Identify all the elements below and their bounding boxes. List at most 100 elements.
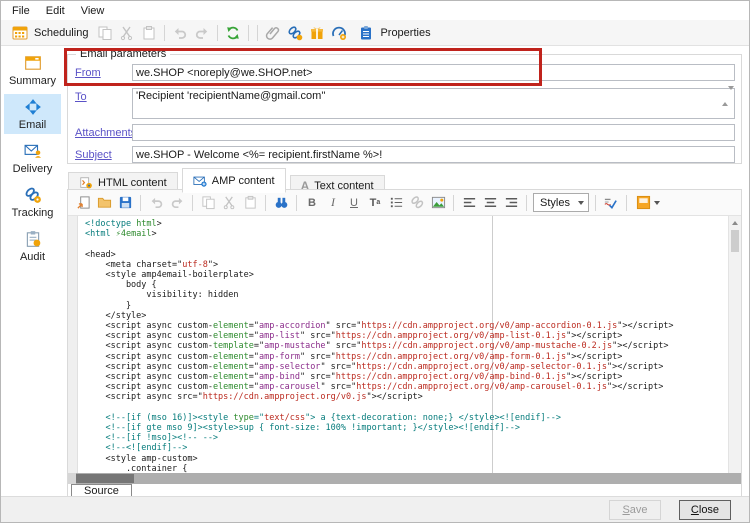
align-left-icon[interactable]	[460, 194, 478, 212]
amp-content-icon	[193, 174, 207, 188]
gauge-add-icon[interactable]	[329, 23, 349, 43]
copy-icon[interactable]	[199, 194, 217, 212]
chevron-down-icon	[578, 201, 584, 205]
main-toolbar: Scheduling Properties	[1, 20, 749, 46]
toolbar-separator	[164, 25, 165, 41]
code-line: <script async custom-element="amp-accord…	[85, 321, 674, 331]
horizontal-scrollbar[interactable]	[68, 473, 741, 484]
find-icon[interactable]	[272, 194, 290, 212]
menu-edit[interactable]: Edit	[38, 3, 73, 19]
sidebar-item-delivery[interactable]: Delivery	[4, 138, 61, 178]
import-content-icon[interactable]	[74, 194, 92, 212]
undo-icon[interactable]	[147, 194, 165, 212]
styles-label: Styles	[540, 197, 570, 209]
delivery-envelope-icon	[24, 142, 42, 160]
undo-icon[interactable]	[170, 23, 190, 43]
color-swatch-icon	[636, 195, 651, 210]
underline-icon[interactable]: U	[345, 194, 363, 212]
paste-icon[interactable]	[241, 194, 259, 212]
font-icon[interactable]: Ta	[366, 194, 384, 212]
toolbar-separator	[217, 25, 218, 41]
sidebar-item-tracking[interactable]: Tracking	[4, 182, 61, 222]
code-line: </style>	[85, 311, 674, 321]
to-scroll-arrows[interactable]	[722, 90, 733, 117]
background-color-dropdown[interactable]	[633, 193, 663, 212]
link-icon[interactable]	[285, 23, 305, 43]
subject-input[interactable]	[132, 146, 735, 163]
scroll-up-icon[interactable]	[732, 221, 738, 225]
bullet-list-icon[interactable]	[387, 194, 405, 212]
menu-view[interactable]: View	[73, 3, 113, 19]
cut-icon[interactable]	[220, 194, 238, 212]
tracking-link-icon	[24, 186, 42, 204]
summary-window-icon	[24, 54, 42, 72]
scrollbar-thumb[interactable]	[76, 474, 134, 483]
align-right-icon[interactable]	[502, 194, 520, 212]
toolbar-separator	[626, 195, 627, 211]
content-tabs: HTML content AMP content A Text content	[68, 168, 386, 190]
scrollbar-thumb[interactable]	[731, 230, 739, 252]
menu-file[interactable]: File	[4, 3, 38, 19]
code-line: <style amp4email-boilerplate>	[85, 270, 674, 280]
save-button[interactable]: Save	[609, 500, 661, 520]
italic-icon[interactable]: I	[324, 194, 342, 212]
redo-icon[interactable]	[192, 23, 212, 43]
code-line: <meta charset="utf-8">	[85, 260, 674, 270]
close-button[interactable]: Close	[679, 500, 731, 520]
properties-button[interactable]: Properties	[351, 21, 435, 45]
code-line: <!--[if !mso]><!-- -->	[85, 433, 674, 443]
cut-icon[interactable]	[117, 23, 137, 43]
hyperlink-icon[interactable]	[408, 194, 426, 212]
code-line: <html ⚡4email>	[85, 229, 674, 239]
attachments-input[interactable]	[132, 124, 735, 141]
save-file-icon[interactable]	[116, 194, 134, 212]
from-label[interactable]: From	[75, 67, 101, 79]
paste-icon[interactable]	[139, 23, 159, 43]
open-file-icon[interactable]	[95, 194, 113, 212]
chevron-down-icon	[654, 201, 660, 205]
refresh-icon[interactable]	[223, 23, 243, 43]
styles-dropdown[interactable]: Styles	[533, 193, 589, 212]
code-line: <style amp-custom>	[85, 454, 674, 464]
sidebar-item-audit[interactable]: Audit	[4, 226, 61, 266]
code-gutter	[68, 216, 78, 473]
align-center-icon[interactable]	[481, 194, 499, 212]
gift-icon[interactable]	[307, 23, 327, 43]
sidebar-item-email[interactable]: Email	[4, 94, 61, 134]
code-line: <!--[if gte mso 9]><style>sup { font-siz…	[85, 423, 674, 433]
editor-toolbar: B I U Ta Styles	[68, 190, 741, 216]
subject-label[interactable]: Subject	[75, 149, 112, 161]
to-label[interactable]: To	[75, 91, 87, 103]
email-parameters-group: Email parameters From To 'Recipient 'rec…	[67, 54, 742, 164]
toolbar-separator	[192, 195, 193, 211]
code-line: <script async custom-element="amp-form" …	[85, 352, 674, 362]
code-line: <script async custom-element="amp-bind" …	[85, 372, 674, 382]
redo-icon[interactable]	[168, 194, 186, 212]
code-content[interactable]: <!doctype html><html ⚡4email> <head> <me…	[85, 219, 674, 473]
code-editor-area[interactable]: <!doctype html><html ⚡4email> <head> <me…	[68, 216, 741, 473]
spellcheck-icon[interactable]	[602, 194, 620, 212]
vertical-scrollbar[interactable]	[728, 216, 741, 473]
sidebar-item-label: Delivery	[4, 163, 61, 175]
tab-amp-content[interactable]: AMP content	[182, 168, 286, 193]
from-input[interactable]	[132, 64, 735, 81]
paperclip-icon[interactable]	[263, 23, 283, 43]
code-line: body {	[85, 280, 674, 290]
code-line: <!--[if (mso 16)]><style type="text/css"…	[85, 413, 674, 423]
insert-image-icon[interactable]	[429, 194, 447, 212]
code-line: .container {	[85, 464, 674, 473]
to-input[interactable]: 'Recipient 'recipientName@gmail.com''	[132, 88, 735, 119]
sidebar-item-label: Summary	[4, 75, 61, 87]
bold-icon[interactable]: B	[303, 194, 321, 212]
code-line: <script async custom-element="amp-select…	[85, 362, 674, 372]
code-line	[85, 403, 674, 413]
copy-icon[interactable]	[95, 23, 115, 43]
group-title: Email parameters	[76, 48, 170, 60]
audit-clipboard-icon	[24, 230, 42, 248]
scheduling-button[interactable]: Scheduling	[5, 21, 93, 45]
code-line: <script async custom-template="amp-musta…	[85, 341, 674, 351]
sidebar-item-summary[interactable]: Summary	[4, 50, 61, 90]
toolbar-separator	[453, 195, 454, 211]
code-line: <script async src="https://cdn.ampprojec…	[85, 392, 674, 402]
attachments-label[interactable]: Attachments	[75, 127, 136, 139]
